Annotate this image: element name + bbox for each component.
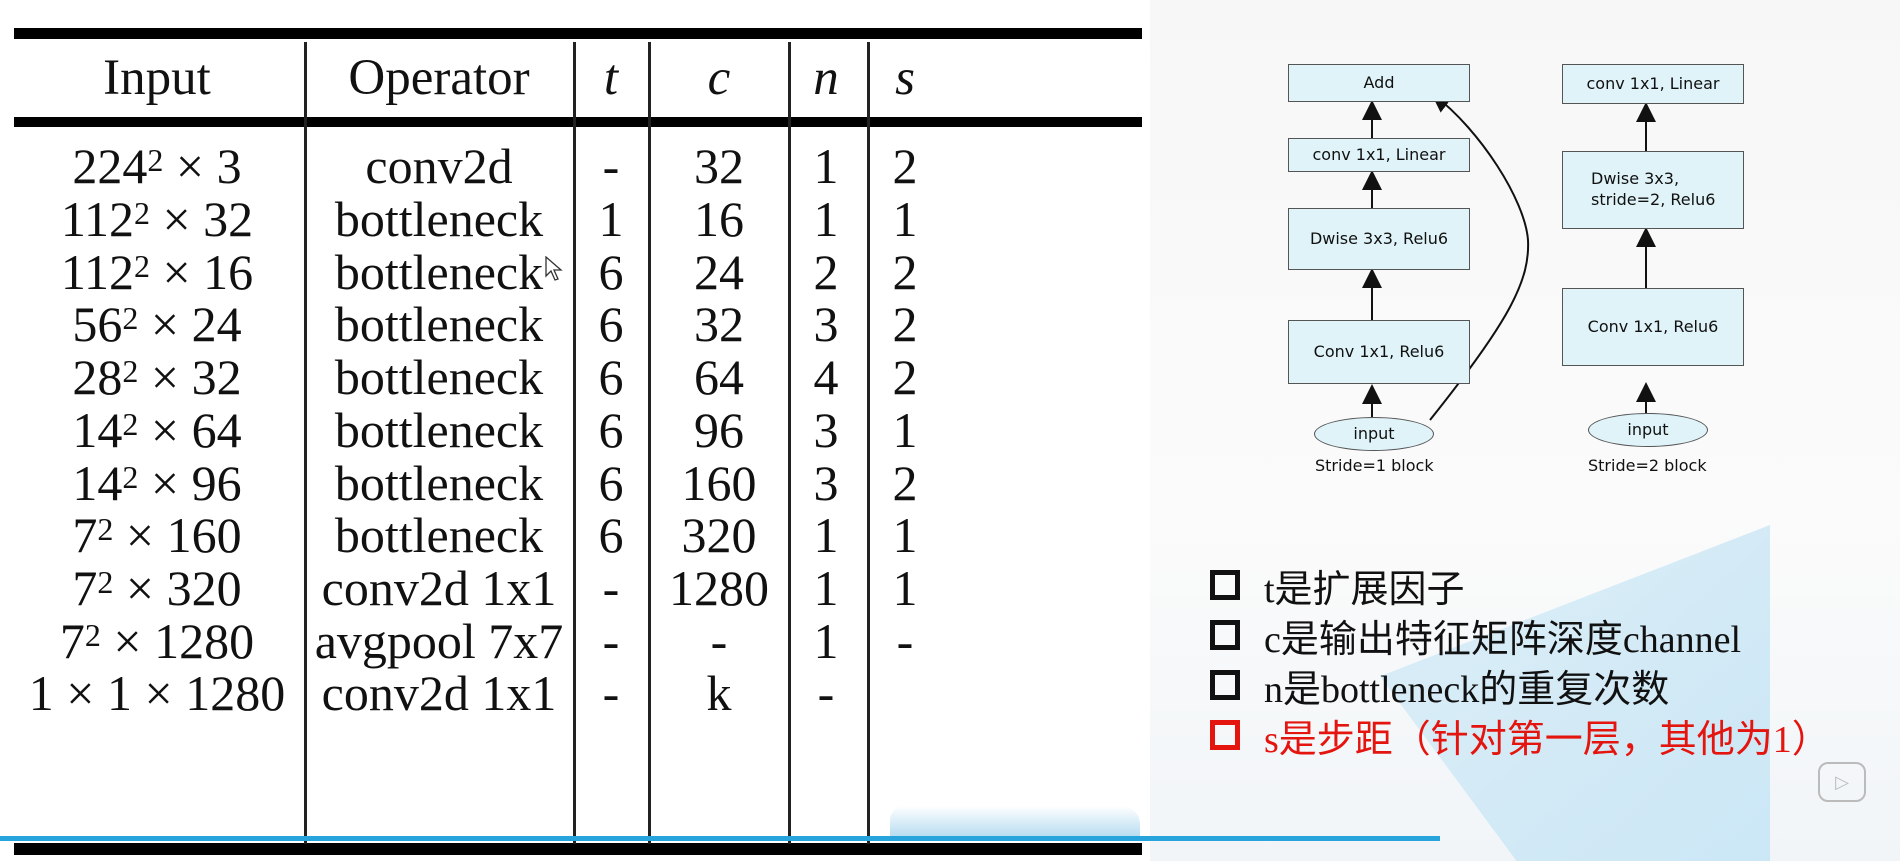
legend-item-c: c是输出特征矩阵深度channel [1210, 610, 1830, 661]
legend-text-s: s是步距（针对第一层，其他为1） [1264, 718, 1830, 761]
input-base: 112 [60, 191, 134, 248]
table-cell-input: 1 × 1 × 1280 [17, 667, 297, 720]
checkbox-icon [1210, 570, 1240, 600]
input-base: 7 [72, 507, 98, 564]
legend-text-c: c是输出特征矩阵深度channel [1264, 618, 1742, 661]
progress-wave [890, 806, 1140, 836]
table-cell-input: 14 2 × 96 [17, 456, 297, 509]
input-rest: × 3 [163, 138, 242, 195]
input-rest: × 24 [138, 296, 242, 353]
table-cell-s: 2 [892, 138, 918, 195]
input-base: 28 [72, 349, 123, 406]
input-base: 14 [72, 401, 123, 458]
input-ellipse-s2: input [1588, 413, 1708, 447]
input-rest: × 16 [149, 243, 254, 300]
table-cell-s: 1 [892, 401, 918, 458]
video-progress-bar[interactable] [0, 836, 1440, 841]
table-cell-s: - [896, 612, 914, 669]
table-cell-s: 1 [892, 559, 918, 616]
mouse-cursor-icon [545, 256, 563, 281]
input-exponent: 2 [122, 353, 139, 390]
table-cell-input: 72 × 1280 [17, 614, 297, 667]
stride2-caption: Stride=2 block [1588, 456, 1707, 475]
table-cell-s: 1 [892, 191, 918, 248]
conv-relu6-box: Conv 1x1, Relu6 [1288, 320, 1470, 384]
input-rest: × 1280 [100, 612, 255, 669]
input-exponent: 2 [133, 247, 150, 284]
legend-item-s: s是步距（针对第一层，其他为1） [1210, 710, 1830, 761]
dwise-stride2-box: Dwise 3x3, stride=2, Relu6 [1562, 151, 1744, 229]
input-exponent: 2 [133, 195, 150, 232]
table-cell-s [765, 667, 1045, 720]
table-cell-input: 72 × 320 [17, 562, 297, 615]
checkbox-icon [1210, 620, 1240, 650]
table-header-rule [14, 117, 1142, 127]
input-ellipse: input [1314, 417, 1434, 451]
architecture-table: Input Operator t c n s 224 2 × 3 conv2d -32 1 2 112 2… [14, 28, 1142, 860]
table-cell-s: 2 [892, 349, 918, 406]
checkbox-icon [1210, 720, 1240, 750]
conv-relu6-box-s2: Conv 1x1, Relu6 [1562, 288, 1744, 366]
input-base: 112 [60, 243, 134, 300]
conv-linear-box: conv 1x1, Linear [1288, 138, 1470, 172]
input-exponent: 2 [97, 511, 114, 548]
input-base: 56 [72, 296, 123, 353]
table-cell-input: 28 2 × 32 [17, 351, 297, 404]
table-cell-input: 112 2 × 16 [17, 245, 297, 298]
input-exponent: 2 [122, 405, 139, 442]
table-cell-s: 2 [892, 454, 918, 511]
table-cell-s: 1 [892, 507, 918, 564]
input-base: 7 [59, 612, 85, 669]
input-base: 224 [72, 138, 148, 195]
checkbox-icon [1210, 670, 1240, 700]
input-rest: × 32 [149, 191, 254, 248]
stride1-caption: Stride=1 block [1315, 456, 1434, 475]
table-cell-input: 14 2 × 64 [17, 404, 297, 457]
table-cell-s: 2 [892, 243, 918, 300]
input-exponent: 2 [122, 458, 139, 495]
input-exponent: 2 [84, 616, 101, 653]
table-bottom-rule [14, 843, 1142, 855]
input-base: 1 × 1 × 1280 [28, 665, 286, 722]
table-cell-input: 56 2 × 24 [17, 298, 297, 351]
bottleneck-block-diagram: Add conv 1x1, Linear Dwise 3x3, Relu6 Co… [1250, 50, 1770, 480]
table-cell-input: 112 2 × 32 [17, 193, 297, 246]
input-rest: × 64 [138, 401, 242, 458]
table-cell-s: 2 [892, 296, 918, 353]
input-rest: × 32 [138, 349, 242, 406]
input-rest: × 320 [113, 559, 242, 616]
add-box: Add [1288, 64, 1470, 102]
table-header-cell: s [895, 49, 915, 106]
table-cell-input: 224 2 × 3 [17, 140, 297, 193]
legend-text-t: t是扩展因子 [1264, 568, 1465, 611]
input-exponent: 2 [147, 142, 164, 179]
play-icon[interactable]: ▷ [1818, 762, 1866, 802]
legend-text-n: n是bottleneck的重复次数 [1264, 668, 1670, 711]
input-exponent: 2 [97, 563, 114, 600]
input-exponent: 2 [122, 300, 139, 337]
table-cell-input: 72 × 160 [17, 509, 297, 562]
dwise-relu6-box: Dwise 3x3, Relu6 [1288, 208, 1470, 270]
input-rest: × 96 [138, 454, 242, 511]
legend-item-t: t是扩展因子 [1210, 560, 1830, 611]
parameter-legend: t是扩展因子 c是输出特征矩阵深度channel n是bottleneck的重复… [1210, 560, 1830, 761]
conv-linear-box-s2: conv 1x1, Linear [1562, 64, 1744, 104]
legend-item-n: n是bottleneck的重复次数 [1210, 660, 1830, 711]
input-base: 14 [72, 454, 123, 511]
input-rest: × 160 [113, 507, 242, 564]
table-header-cell: Input [103, 49, 211, 106]
input-base: 7 [72, 559, 98, 616]
